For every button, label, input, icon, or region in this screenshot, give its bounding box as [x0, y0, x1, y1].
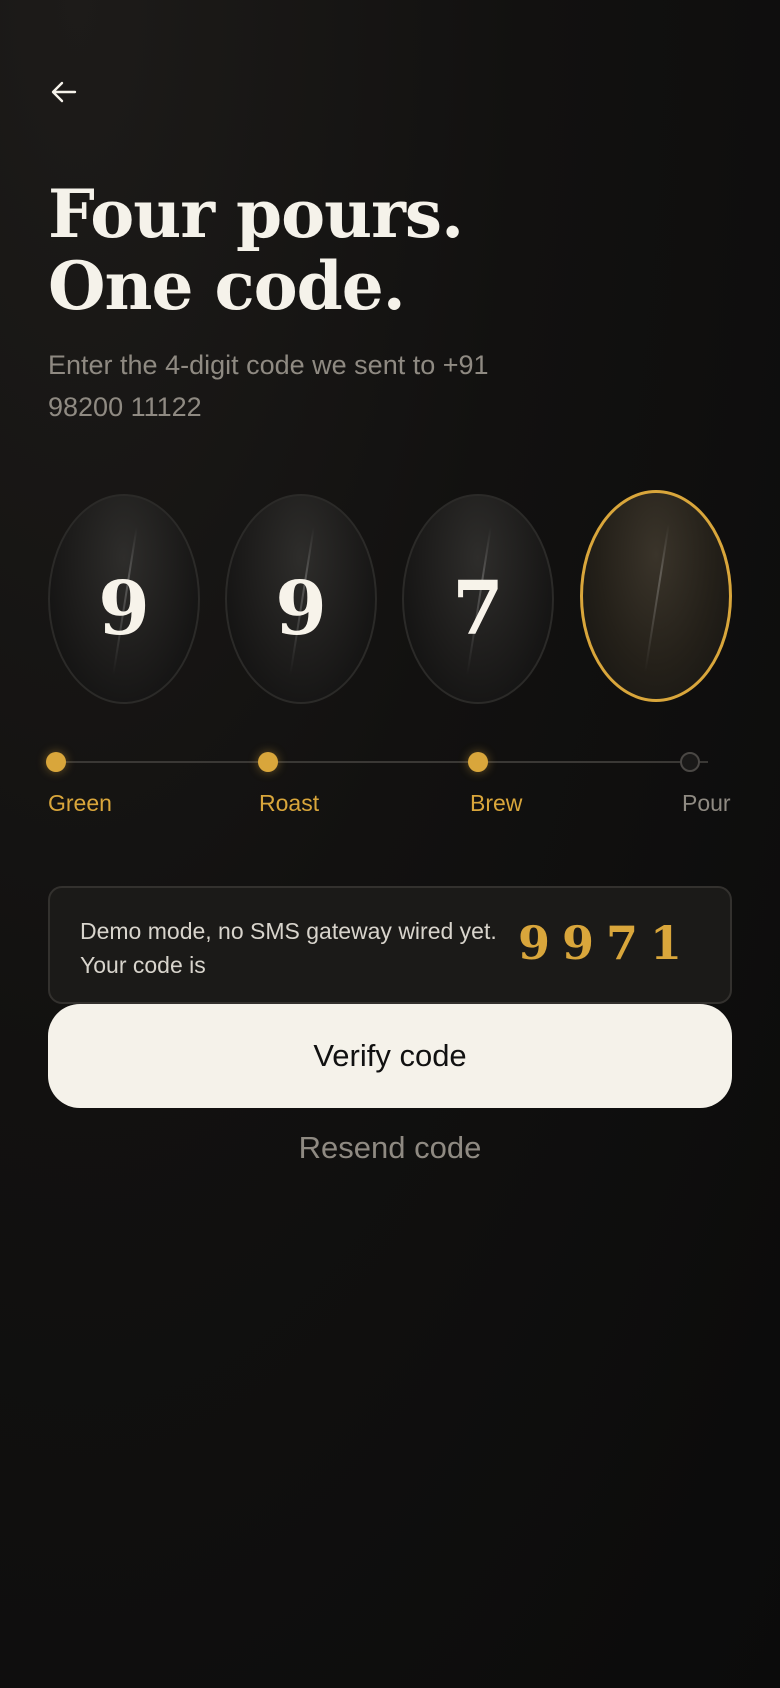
demo-code-value: 9971 — [517, 916, 694, 970]
step-brew-dot — [468, 752, 488, 772]
resend-code-link[interactable]: Resend code — [48, 1130, 732, 1166]
title-line-2: One code. — [48, 247, 406, 325]
demo-code-notice: Demo mode, no SMS gateway wired yet. You… — [48, 886, 732, 1004]
otp-digit-1[interactable]: 9 — [48, 494, 200, 704]
otp-digit-2-value: 9 — [275, 566, 327, 652]
otp-digit-3-value: 7 — [452, 566, 504, 652]
demo-message: Demo mode, no SMS gateway wired yet. You… — [80, 914, 520, 982]
step-brew-label: Brew — [470, 790, 523, 816]
step-green-dot — [46, 752, 66, 772]
progress-line — [58, 761, 708, 763]
subtitle-line-2: 98200 11122 — [48, 392, 202, 422]
step-green-label: Green — [48, 790, 112, 816]
verify-code-button[interactable]: Verify code — [48, 1004, 732, 1108]
step-pour-dot — [680, 752, 700, 772]
back-button[interactable] — [38, 66, 90, 118]
demo-message-line-1: Demo mode, no SMS gateway wired yet. — [80, 918, 497, 944]
subtitle-line-1: Enter the 4-digit code we sent to +91 — [48, 350, 489, 380]
subtitle: Enter the 4-digit code we sent to +91 98… — [48, 344, 568, 428]
arrow-left-icon — [51, 81, 77, 103]
step-pour-label: Pour — [682, 790, 731, 816]
progress-steps: Green Roast Brew Pour — [46, 748, 732, 818]
otp-digit-4[interactable] — [580, 490, 732, 702]
step-roast-dot — [258, 752, 278, 772]
page-title: Four pours. One code. — [48, 175, 464, 325]
step-roast-label: Roast — [259, 790, 320, 816]
otp-digit-2[interactable]: 9 — [225, 494, 377, 704]
otp-digit-1-value: 9 — [98, 566, 150, 652]
demo-message-line-2: Your code is — [80, 952, 206, 978]
otp-input-group: 9 9 7 — [48, 490, 732, 704]
title-line-1: Four pours. — [48, 175, 464, 253]
otp-digit-3[interactable]: 7 — [402, 494, 554, 704]
